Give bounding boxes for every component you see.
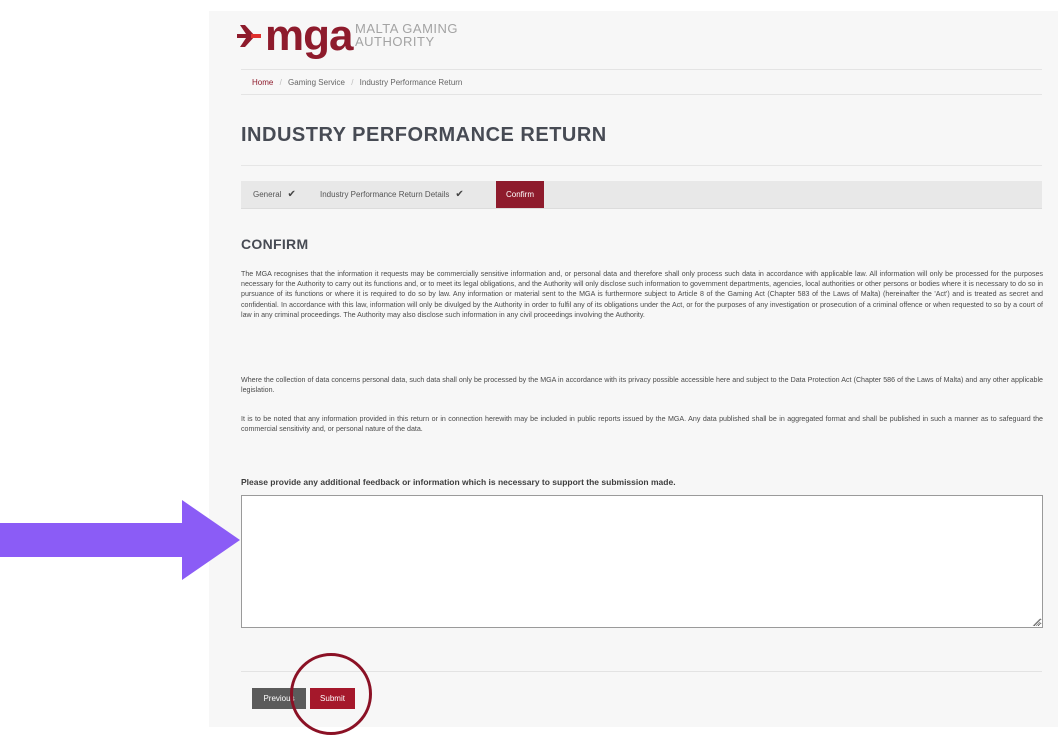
logo-subtitle-line2: AUTHORITY xyxy=(355,34,435,49)
feedback-textarea[interactable] xyxy=(241,495,1043,628)
page-title: INDUSTRY PERFORMANCE RETURN xyxy=(241,124,607,146)
confirm-paragraph: Where the collection of data concerns pe… xyxy=(241,376,1043,395)
breadcrumb-separator: / xyxy=(279,78,282,87)
step-confirm[interactable]: Confirm xyxy=(496,181,545,208)
check-icon: ✔ xyxy=(287,189,296,200)
step-general[interactable]: General ✔ xyxy=(253,181,296,208)
breadcrumb-gaming-service-link[interactable]: Gaming Service xyxy=(288,78,345,87)
page-container: mga MALTA GAMING AUTHORITY Home / Gaming… xyxy=(209,11,1058,727)
confirm-paragraph: The MGA recognises that the information … xyxy=(241,270,1043,319)
check-icon: ✔ xyxy=(455,189,464,200)
confirm-paragraph: It is to be noted that any information p… xyxy=(241,415,1043,434)
breadcrumb-home-link[interactable]: Home xyxy=(252,78,273,87)
breadcrumb: Home / Gaming Service / Industry Perform… xyxy=(241,69,1042,95)
step-details-label: Industry Performance Return Details xyxy=(320,190,450,199)
resize-handle-icon[interactable] xyxy=(1032,618,1040,626)
step-details[interactable]: Industry Performance Return Details ✔ xyxy=(320,181,464,208)
breadcrumb-current: Industry Performance Return xyxy=(359,78,463,87)
wizard-steps: General ✔ Industry Performance Return Det… xyxy=(241,181,1042,209)
feedback-label: Please provide any additional feedback o… xyxy=(241,477,676,487)
step-confirm-label: Confirm xyxy=(506,190,535,199)
confirm-heading: CONFIRM xyxy=(241,236,309,252)
logo-subtitle: MALTA GAMING AUTHORITY xyxy=(355,22,495,48)
annotation-arrow-icon xyxy=(0,500,240,580)
step-general-label: General xyxy=(253,190,282,199)
breadcrumb-separator: / xyxy=(351,78,354,87)
title-divider xyxy=(241,165,1042,166)
mga-arrow-logo-icon xyxy=(237,25,261,47)
logo-wordmark: mga xyxy=(265,11,353,60)
annotation-circle xyxy=(290,653,372,735)
